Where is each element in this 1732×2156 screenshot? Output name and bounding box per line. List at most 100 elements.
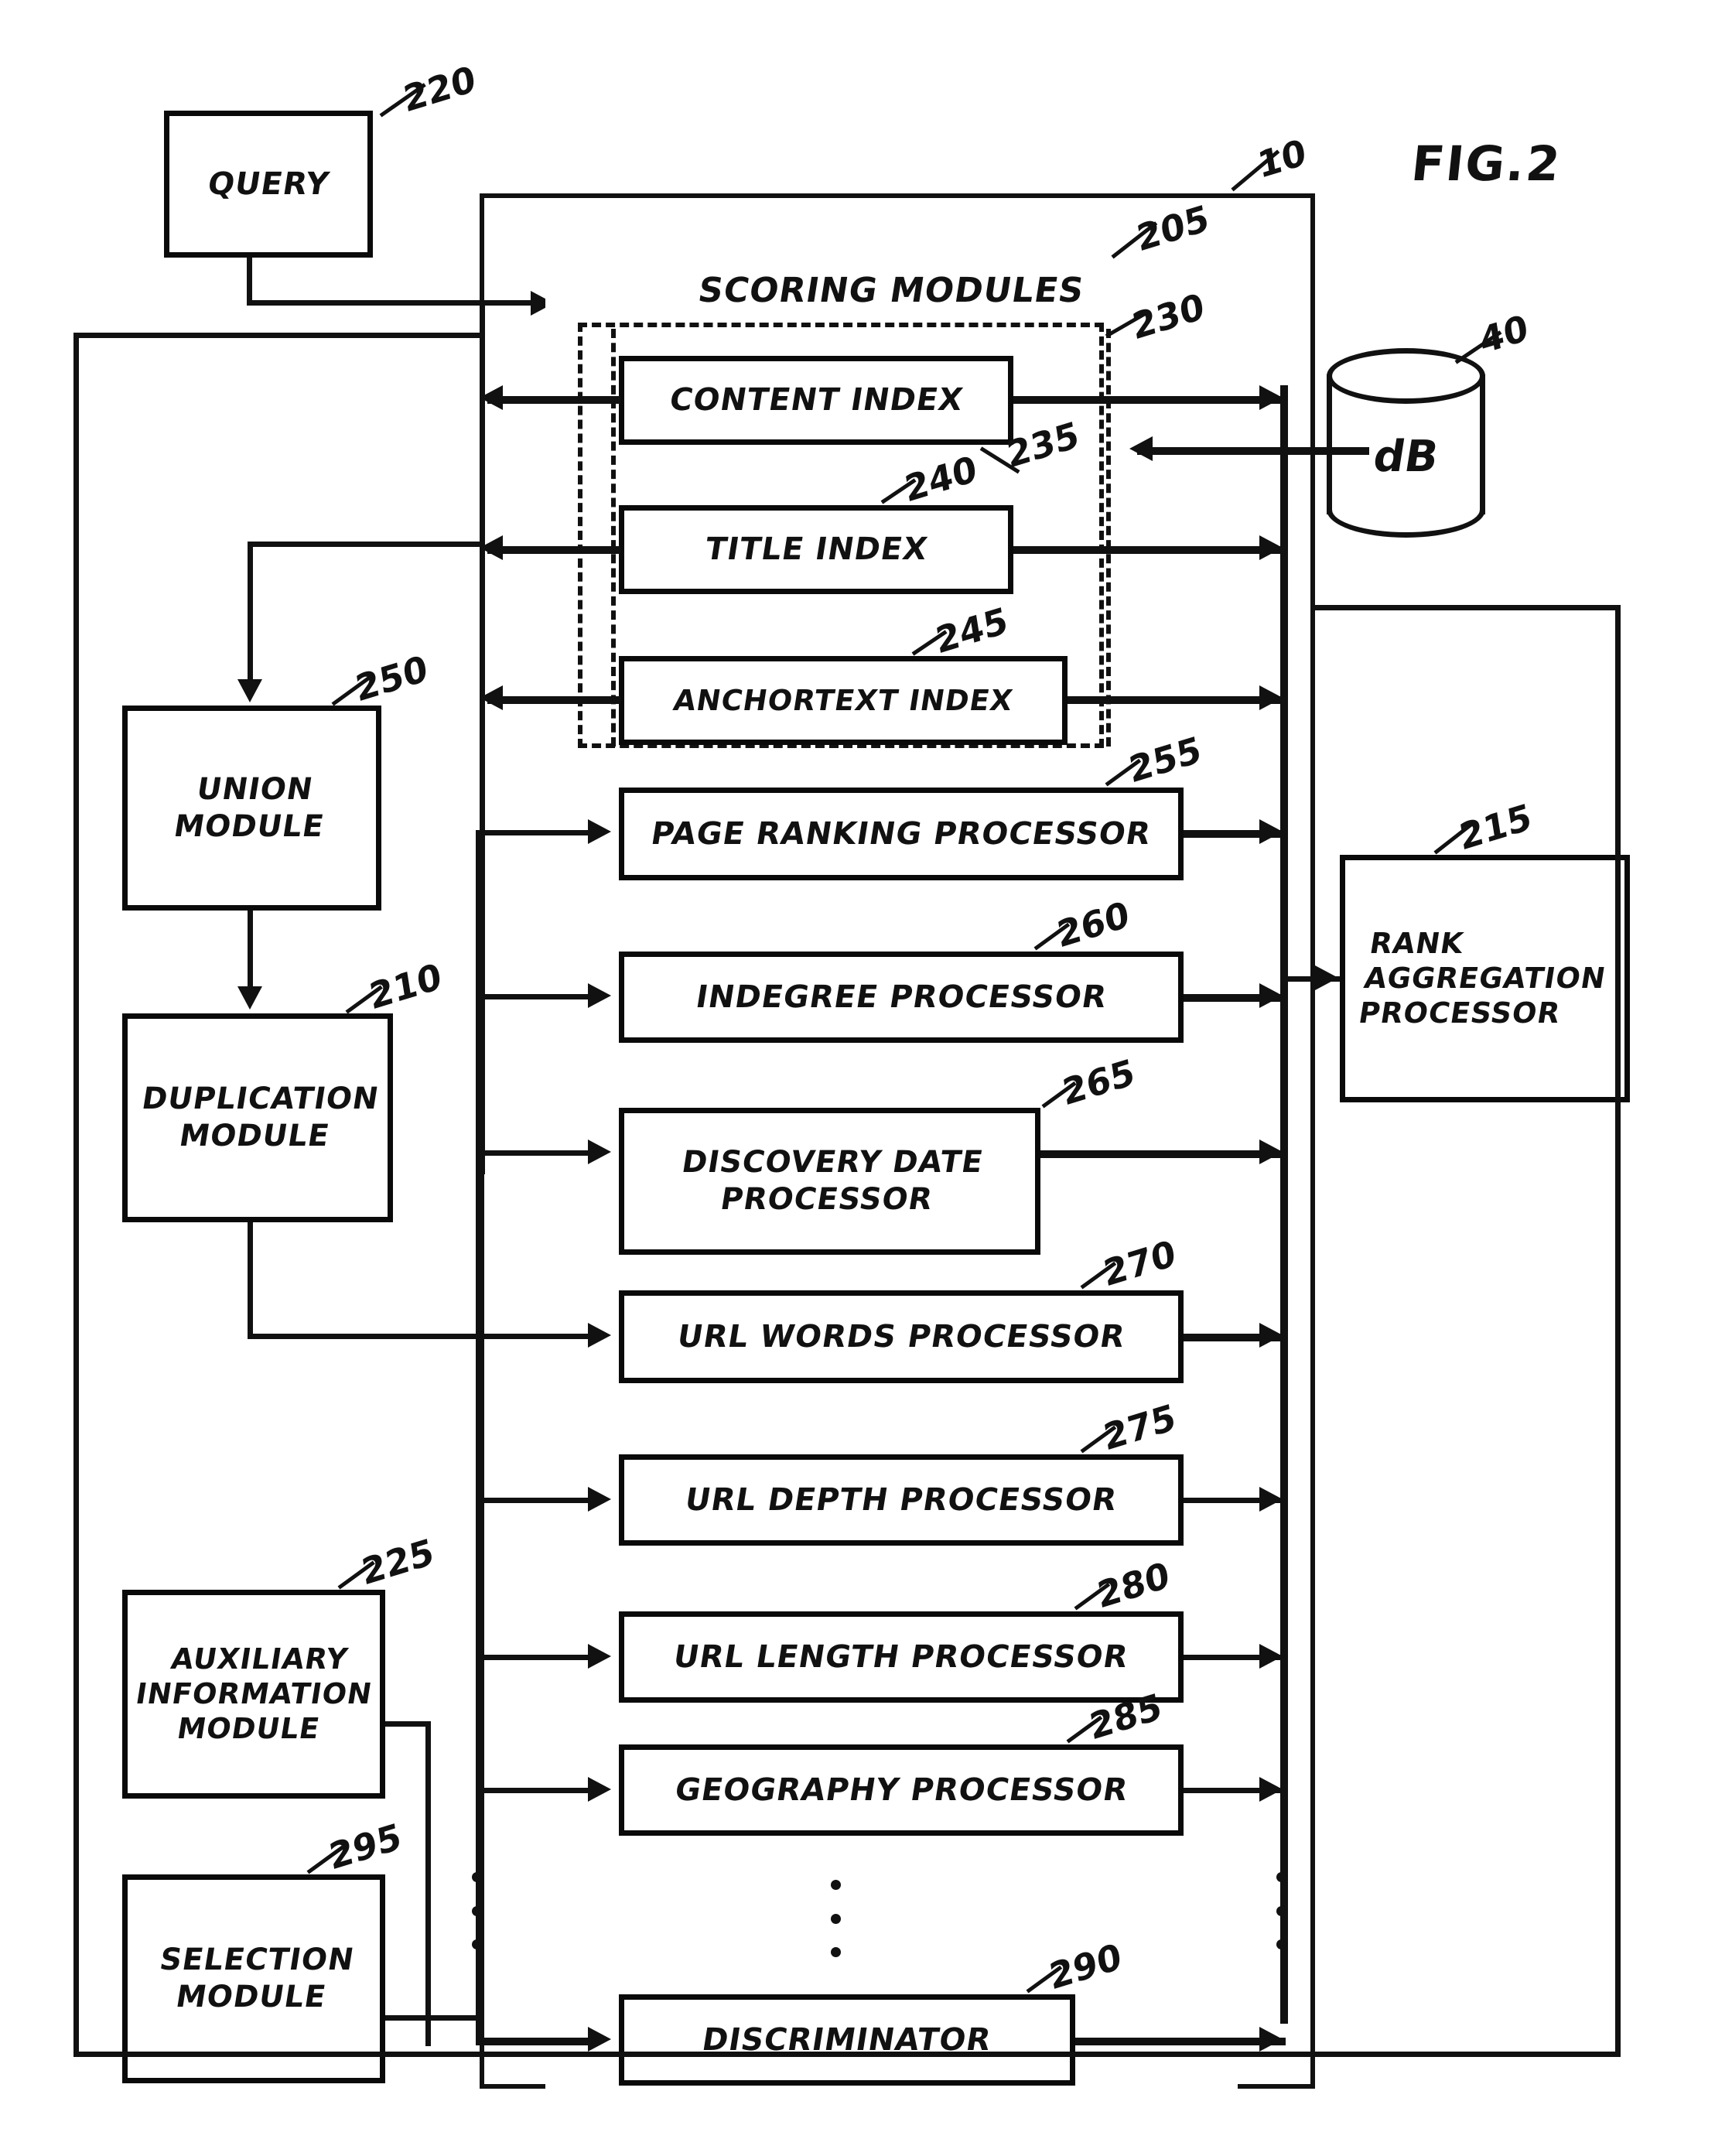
content-index-output-line bbox=[1013, 396, 1284, 404]
union-module-block[interactable]: UNION MODULE bbox=[122, 706, 381, 911]
discovery-date-input-line bbox=[476, 1150, 592, 1156]
url-words-input-line bbox=[476, 1334, 592, 1339]
selection-module-label: SELECTION MODULE bbox=[151, 1942, 357, 2015]
union-module-label: UNION MODULE bbox=[171, 771, 333, 845]
discriminator-block[interactable]: DISCRIMINATOR bbox=[619, 1994, 1075, 2086]
index-group-left-dashed-line bbox=[611, 329, 616, 747]
database-cylinder[interactable]: dB bbox=[1327, 348, 1485, 538]
duplication-module-block[interactable]: DUPLICATION MODULE bbox=[122, 1013, 393, 1222]
anchortext-index-label: ANCHORTEXT INDEX bbox=[671, 683, 1016, 717]
discovery-date-processor-line2: PROCESSOR bbox=[718, 1182, 936, 1217]
url-words-output-arrow bbox=[1259, 1323, 1283, 1348]
scoring-modules-label: SCORING MODULES bbox=[695, 271, 1088, 310]
geography-input-arrow bbox=[588, 1777, 611, 1802]
auxiliary-out-line-v bbox=[425, 1721, 431, 2046]
union-module-input-arrow bbox=[237, 679, 262, 702]
index-group-right-dashed-line bbox=[1106, 329, 1111, 747]
content-index-feedback-line bbox=[487, 396, 620, 404]
outer-left-return-top bbox=[73, 333, 482, 338]
ellipsis-dots-center bbox=[829, 1880, 842, 1957]
auxiliary-information-module-line1: AUXILIARY bbox=[168, 1642, 350, 1676]
rank-aggregation-processor-block[interactable]: RANK AGGREGATION PROCESSOR bbox=[1340, 855, 1630, 1102]
outer-right-return-bus bbox=[1615, 605, 1621, 2056]
geography-output-arrow bbox=[1259, 1777, 1283, 1802]
geography-processor-block[interactable]: GEOGRAPHY PROCESSOR bbox=[619, 1744, 1184, 1836]
geography-processor-label: GEOGRAPHY PROCESSOR bbox=[671, 1772, 1131, 1808]
rank-aggregation-processor-line1: RANK bbox=[1367, 927, 1466, 961]
bus-to-rank-aggregation-arrow bbox=[1315, 965, 1338, 990]
url-depth-input-arrow bbox=[588, 1487, 611, 1512]
discovery-date-processor-line1: DISCOVERY DATE bbox=[679, 1145, 986, 1181]
ref-number-10: 10 bbox=[1255, 130, 1309, 187]
discovery-date-processor-label: DISCOVERY DATE PROCESSOR bbox=[673, 1144, 986, 1218]
database-to-scoring-line bbox=[1137, 447, 1369, 455]
selection-out-line bbox=[385, 2015, 482, 2021]
content-index-output-arrow bbox=[1259, 385, 1283, 410]
url-depth-processor-label: URL DEPTH PROCESSOR bbox=[682, 1481, 1120, 1518]
discriminator-output-line bbox=[1075, 2038, 1286, 2045]
url-words-processor-block[interactable]: URL WORDS PROCESSOR bbox=[619, 1290, 1184, 1383]
figure-canvas: FIG.2 10 QUERY 220 SCORING MODULES 205 2… bbox=[0, 0, 1732, 2156]
url-words-input-arrow bbox=[588, 1323, 611, 1348]
page-ranking-input-line bbox=[476, 830, 592, 835]
url-depth-processor-block[interactable]: URL DEPTH PROCESSOR bbox=[619, 1454, 1184, 1546]
auxiliary-information-module-line2: INFORMATION bbox=[133, 1677, 374, 1711]
anchortext-index-output-arrow bbox=[1259, 685, 1283, 710]
ref-number-215: 215 bbox=[1456, 795, 1535, 859]
title-index-output-arrow bbox=[1259, 535, 1283, 560]
auxiliary-information-module-line3: MODULE bbox=[174, 1712, 323, 1746]
discovery-date-output-arrow bbox=[1259, 1140, 1283, 1164]
duplication-module-label: DUPLICATION MODULE bbox=[134, 1081, 382, 1154]
figure-title: FIG.2 bbox=[1409, 135, 1564, 192]
page-ranking-output-arrow bbox=[1259, 819, 1283, 844]
discriminator-output-arrow bbox=[1259, 2027, 1283, 2052]
union-module-input-line-h bbox=[248, 542, 481, 547]
query-out-line-v bbox=[247, 258, 252, 306]
title-index-feedback-line bbox=[487, 546, 620, 554]
auxiliary-out-line-h bbox=[385, 1721, 430, 1727]
outer-bottom-return bbox=[73, 2052, 1621, 2057]
database-to-scoring-arrow bbox=[1129, 436, 1153, 461]
auxiliary-information-module-label: AUXILIARY INFORMATION MODULE bbox=[128, 1642, 380, 1746]
ref-number-40: 40 bbox=[1477, 306, 1531, 363]
title-index-block[interactable]: TITLE INDEX bbox=[619, 505, 1013, 594]
title-index-output-line bbox=[1013, 546, 1284, 554]
ref-number-225: 225 bbox=[358, 1530, 437, 1594]
url-depth-input-line bbox=[476, 1498, 592, 1503]
ellipsis-dots-input-bus bbox=[470, 1872, 483, 1949]
indegree-input-arrow bbox=[588, 983, 611, 1008]
anchortext-index-block[interactable]: ANCHORTEXT INDEX bbox=[619, 656, 1068, 745]
ref-number-210: 210 bbox=[366, 955, 445, 1018]
duplication-out-line-h bbox=[248, 1334, 480, 1339]
discovery-date-processor-block[interactable]: DISCOVERY DATE PROCESSOR bbox=[619, 1108, 1040, 1255]
url-length-output-arrow bbox=[1259, 1644, 1283, 1669]
auxiliary-information-module-block[interactable]: AUXILIARY INFORMATION MODULE bbox=[122, 1590, 385, 1799]
indegree-processor-block[interactable]: INDEGREE PROCESSOR bbox=[619, 952, 1184, 1043]
url-depth-output-arrow bbox=[1259, 1487, 1283, 1512]
indegree-input-line bbox=[476, 994, 592, 999]
discriminator-input-arrow bbox=[588, 2027, 611, 2052]
union-to-duplication-arrow bbox=[237, 986, 262, 1010]
content-index-block[interactable]: CONTENT INDEX bbox=[619, 356, 1013, 445]
rank-aggregation-processor-label: RANK AGGREGATION PROCESSOR bbox=[1356, 926, 1614, 1030]
discovery-date-output-line bbox=[1040, 1150, 1286, 1158]
outer-right-return-top bbox=[1313, 605, 1621, 610]
url-length-processor-block[interactable]: URL LENGTH PROCESSOR bbox=[619, 1611, 1184, 1703]
url-length-input-arrow bbox=[588, 1644, 611, 1669]
union-to-duplication-line bbox=[248, 911, 253, 988]
content-index-label: CONTENT INDEX bbox=[666, 382, 966, 419]
geography-input-line bbox=[476, 1788, 592, 1793]
duplication-out-line-v bbox=[248, 1222, 253, 1334]
query-label: QUERY bbox=[205, 166, 332, 202]
query-block[interactable]: QUERY bbox=[164, 111, 373, 258]
database-label: dB bbox=[1369, 431, 1443, 482]
indegree-processor-label: INDEGREE PROCESSOR bbox=[693, 979, 1109, 1015]
page-ranking-input-arrow bbox=[588, 819, 611, 844]
outer-left-return-bus bbox=[73, 333, 79, 2056]
page-ranking-processor-block[interactable]: PAGE RANKING PROCESSOR bbox=[619, 788, 1184, 880]
title-index-label: TITLE INDEX bbox=[702, 531, 931, 568]
union-module-input-line-v bbox=[248, 542, 253, 681]
url-length-processor-label: URL LENGTH PROCESSOR bbox=[671, 1638, 1132, 1675]
indegree-output-arrow bbox=[1259, 983, 1283, 1008]
query-out-line-h bbox=[247, 300, 541, 306]
